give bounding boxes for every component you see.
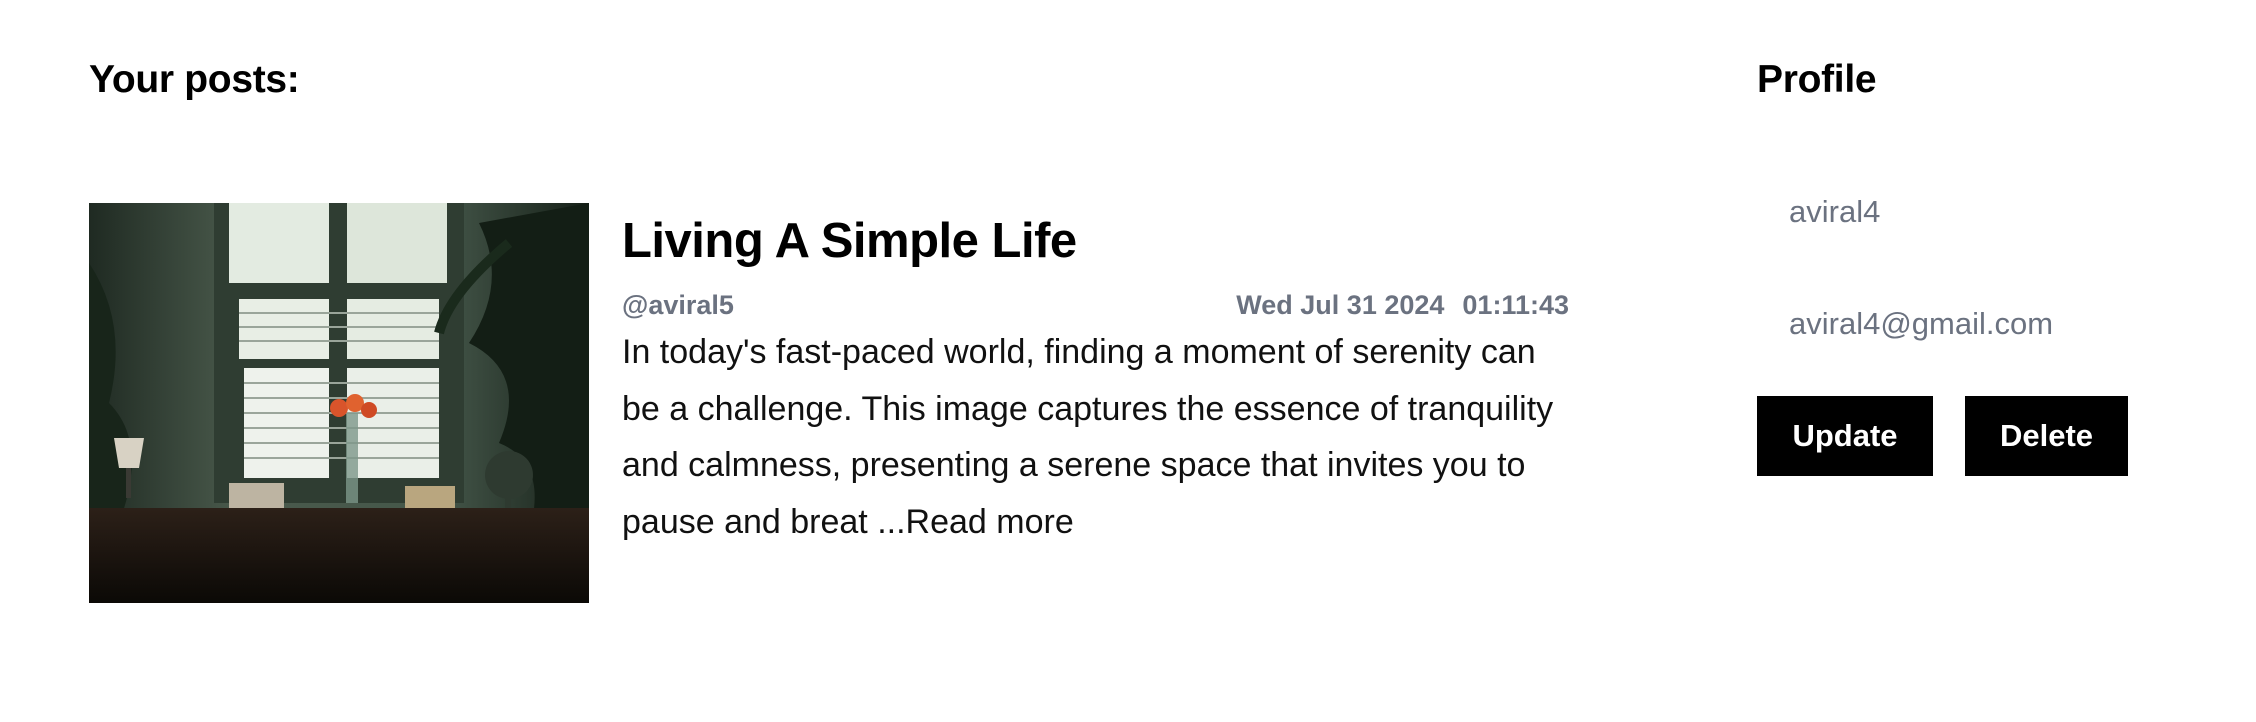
post-summary: In today's fast-paced world, finding a m… <box>622 324 1570 550</box>
delete-button[interactable]: Delete <box>1965 396 2128 476</box>
post-time: 01:11:43 <box>1462 290 1569 320</box>
post-title[interactable]: Living A Simple Life <box>622 209 1077 273</box>
post-date: Wed Jul 31 2024 <box>1236 290 1445 320</box>
post-summary-text: In today's fast-paced world, finding a m… <box>622 333 1554 541</box>
profile-heading: Profile <box>1757 58 1877 101</box>
update-button[interactable]: Update <box>1757 396 1933 476</box>
post-timestamp: Wed Jul 31 2024 01:11:43 <box>1236 287 1569 323</box>
post-card: Living A Simple Life @aviral5 Wed Jul 31… <box>89 203 1569 603</box>
post-image[interactable] <box>89 203 589 603</box>
email-field[interactable] <box>1757 292 2157 356</box>
username-field[interactable] <box>1757 180 2157 244</box>
read-more-link[interactable]: Read more <box>906 503 1074 541</box>
posts-heading: Your posts: <box>89 58 300 101</box>
post-author: @aviral5 <box>622 290 734 320</box>
